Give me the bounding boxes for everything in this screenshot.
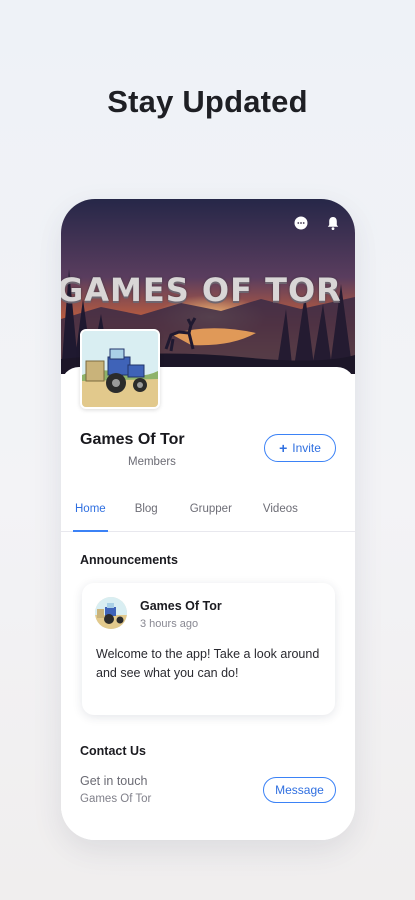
invite-button[interactable]: + Invite (264, 434, 336, 462)
tab-grupper[interactable]: Grupper (190, 499, 232, 531)
phone-mockup: GAMES OF TOR Games Of Tor Members + Invi (61, 199, 355, 840)
bell-icon[interactable] (325, 215, 341, 231)
post-author: Games Of Tor (140, 599, 222, 613)
header-icons (293, 215, 341, 231)
announcement-card[interactable]: Games Of Tor 3 hours ago Welcome to the … (82, 583, 335, 715)
group-avatar[interactable] (80, 329, 160, 409)
tab-blog[interactable]: Blog (135, 499, 158, 531)
message-button[interactable]: Message (263, 777, 336, 803)
post-author-avatar (95, 597, 127, 629)
tractor-image (82, 331, 158, 407)
banner-title: GAMES OF TOR (61, 271, 342, 309)
members-label[interactable]: Members (128, 456, 176, 468)
announcements-title: Announcements (80, 553, 178, 567)
post-timestamp: 3 hours ago (140, 618, 199, 630)
tractor-image (95, 597, 127, 629)
plus-icon: + (279, 440, 288, 456)
invite-label: Invite (292, 441, 321, 455)
tab-videos[interactable]: Videos (263, 499, 298, 531)
group-name: Games Of Tor (80, 431, 185, 448)
contact-subtitle: Get in touch (80, 774, 148, 788)
contact-name: Games Of Tor (80, 793, 152, 805)
page-headline: Stay Updated (107, 84, 308, 119)
post-text: Welcome to the app! Take a look around a… (96, 647, 320, 680)
tab-bar: Home Blog Grupper Videos (61, 499, 355, 532)
tab-home[interactable]: Home (73, 499, 108, 532)
chat-icon[interactable] (293, 215, 309, 231)
contact-title: Contact Us (80, 744, 146, 758)
